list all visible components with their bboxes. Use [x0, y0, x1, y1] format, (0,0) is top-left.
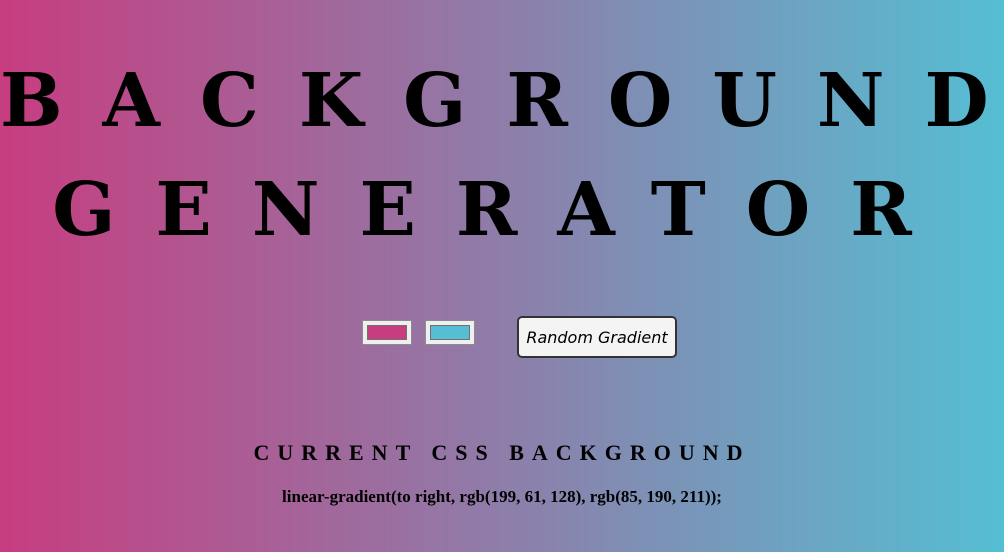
- color-picker-1[interactable]: [362, 320, 412, 345]
- current-css-heading: CURRENT CSS BACKGROUND: [253, 440, 751, 465]
- css-output-text: linear-gradient(to right, rgb(199, 61, 1…: [282, 487, 722, 506]
- page-title-line-1: BACKGROUND: [0, 58, 1004, 144]
- color-picker-2-fill: [430, 325, 470, 340]
- random-gradient-button[interactable]: Random Gradient: [517, 316, 677, 358]
- page-title-line-2: GENERATOR: [52, 167, 952, 253]
- color-picker-2[interactable]: [425, 320, 475, 345]
- color-picker-1-fill: [367, 325, 407, 340]
